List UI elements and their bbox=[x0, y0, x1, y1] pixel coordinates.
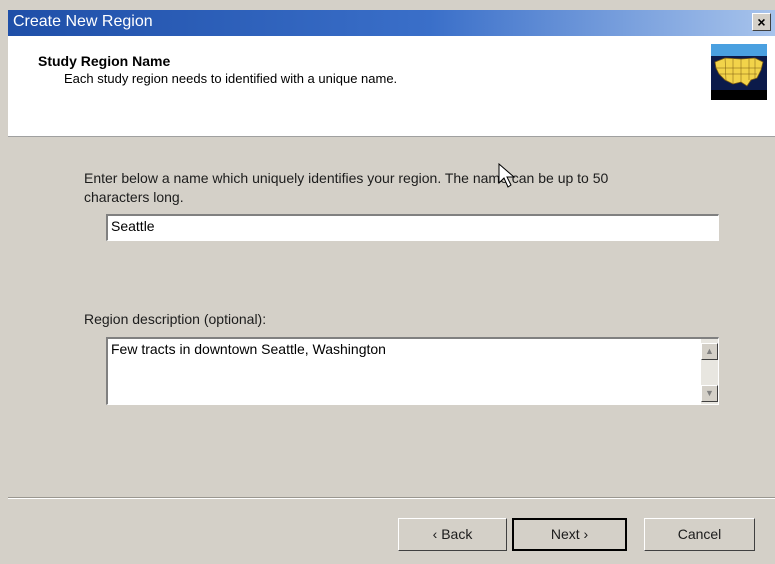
scroll-down-arrow-icon[interactable]: ▼ bbox=[701, 385, 718, 402]
footer-divider-highlight bbox=[8, 498, 775, 499]
region-name-value: Seattle bbox=[111, 218, 155, 234]
title-bar[interactable]: Create New Region × bbox=[8, 10, 775, 36]
name-prompt-line2: characters long. bbox=[84, 189, 184, 205]
usa-map-icon bbox=[711, 44, 767, 100]
wizard-header: Study Region Name Each study region need… bbox=[8, 36, 775, 137]
header-subtitle: Each study region needs to identified wi… bbox=[64, 71, 398, 86]
scroll-up-arrow-icon[interactable]: ▲ bbox=[701, 343, 718, 360]
header-title: Study Region Name bbox=[38, 53, 171, 69]
window-title: Create New Region bbox=[13, 13, 153, 30]
mouse-pointer-icon bbox=[498, 163, 516, 188]
region-name-input[interactable]: Seattle bbox=[106, 214, 719, 241]
back-button[interactable]: ‹ Back bbox=[398, 518, 507, 551]
description-scrollbar[interactable]: ▲ ▼ bbox=[701, 339, 718, 404]
region-description-input[interactable]: Few tracts in downtown Seattle, Washingt… bbox=[106, 337, 719, 405]
region-description-value: Few tracts in downtown Seattle, Washingt… bbox=[111, 341, 386, 357]
cancel-button[interactable]: Cancel bbox=[644, 518, 755, 551]
create-new-region-dialog: Create New Region × Study Region Name Ea… bbox=[0, 0, 775, 564]
description-label: Region description (optional): bbox=[84, 311, 267, 327]
close-button[interactable]: × bbox=[752, 13, 771, 31]
name-prompt-line1: Enter below a name which uniquely identi… bbox=[84, 170, 609, 186]
next-button[interactable]: Next › bbox=[512, 518, 627, 551]
